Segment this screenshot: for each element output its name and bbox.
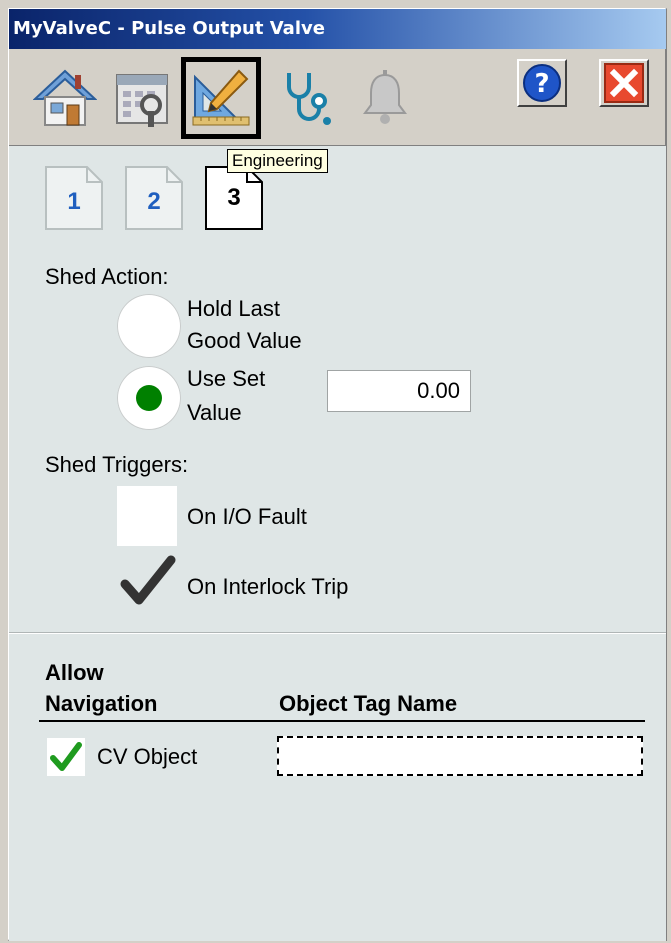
engineering-panel: 1 2 3 Shed Action: Hold Last Good Value … <box>9 145 666 941</box>
svg-text:?: ? <box>534 69 549 99</box>
home-button[interactable] <box>25 57 105 139</box>
window-title: MyValveC - Pulse Output Valve <box>13 18 325 39</box>
home-icon <box>33 69 97 126</box>
page-tab-2[interactable]: 2 <box>125 166 183 230</box>
engineering-button[interactable] <box>181 57 261 139</box>
title-bar[interactable]: MyValveC - Pulse Output Valve <box>9 9 666 49</box>
help-button[interactable]: ? <box>517 59 567 107</box>
engineering-tooltip: Engineering <box>227 149 328 173</box>
interlock-trip-checkbox[interactable] <box>119 554 177 610</box>
object-tag-name-header: Object Tag Name <box>279 691 458 716</box>
cv-object-tag-name-input[interactable] <box>277 736 643 776</box>
cv-object-label: CV Object <box>97 744 198 769</box>
green-checkmark-icon <box>50 742 82 771</box>
io-fault-checkbox[interactable] <box>117 486 177 546</box>
page-tab-3-label: 3 <box>227 184 241 211</box>
header-underline <box>39 720 645 722</box>
diagnostics-button[interactable] <box>267 57 347 139</box>
page-tab-1-label: 1 <box>67 188 81 215</box>
maintenance-button[interactable] <box>103 57 183 139</box>
section-divider <box>9 632 666 634</box>
use-set-value-label-line1: Use Set <box>187 366 266 391</box>
page-tab-1[interactable]: 1 <box>45 166 103 230</box>
help-icon: ? <box>523 64 561 102</box>
page-tab-2-label: 2 <box>147 188 161 215</box>
allow-navigation-header-line2: Navigation <box>45 691 158 716</box>
hold-last-good-value-radio[interactable] <box>117 294 181 358</box>
set-value-input[interactable]: 0.00 <box>327 370 471 412</box>
shed-action-label: Shed Action: <box>45 264 169 289</box>
close-button[interactable] <box>599 59 649 107</box>
use-set-value-radio[interactable] <box>117 366 181 430</box>
shed-triggers-label: Shed Triggers: <box>45 452 189 477</box>
interlock-trip-label: On Interlock Trip <box>187 574 349 599</box>
maintenance-icon <box>116 74 168 127</box>
io-fault-label: On I/O Fault <box>187 504 307 529</box>
close-icon <box>604 63 644 103</box>
hold-last-label-line1: Hold Last <box>187 296 280 321</box>
radio-selected-dot <box>136 385 162 411</box>
bell-icon <box>363 70 407 124</box>
allow-navigation-header-line1: Allow <box>45 660 104 685</box>
stethoscope-icon <box>287 73 331 125</box>
page-tab-3[interactable]: 3 <box>205 166 263 230</box>
toolbar: ? <box>9 49 666 145</box>
alarms-button[interactable] <box>345 57 425 139</box>
hold-last-label-line2: Good Value <box>187 328 302 353</box>
cv-object-allow-checkbox[interactable] <box>47 738 85 776</box>
use-set-value-label-line2: Value <box>187 400 242 425</box>
engineering-icon <box>192 69 250 126</box>
checkmark-icon <box>120 555 176 605</box>
faceplate-window: MyValveC - Pulse Output Valve ? Engineer… <box>8 8 667 941</box>
